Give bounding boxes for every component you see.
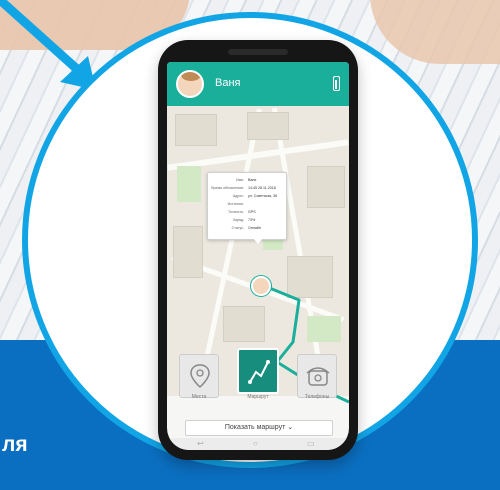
info-row: Заряд: 73% <box>232 218 256 222</box>
info-row: Точность: GPS <box>227 210 256 214</box>
phone-icon <box>306 367 330 386</box>
location-pin-icon <box>190 364 210 389</box>
info-row: Адрес: ул. Советская, 36 <box>232 194 278 198</box>
band-text: ля <box>2 433 28 456</box>
child-location-pin[interactable] <box>251 276 271 296</box>
route-button[interactable] <box>237 348 279 394</box>
info-row: Источник: <box>227 202 244 206</box>
android-nav-bar: ↩ ○ ▭ <box>167 438 349 450</box>
info-row: Статус: Онлайн <box>231 226 261 230</box>
home-icon[interactable]: ○ <box>253 439 258 448</box>
route-label: Маршрут <box>247 394 269 400</box>
smartphone: Ваня Имя: Ваня Время обновления: 14:45 28.… <box>158 40 358 460</box>
info-row: Имя: Ваня <box>236 178 257 182</box>
info-row: Время обновления: 14:45 28.11.2018 <box>211 186 276 190</box>
phones-label: Телефоны <box>304 394 330 400</box>
location-info-card: Имя: Ваня Время обновления: 14:45 28.11.20… <box>207 172 287 240</box>
route-icon <box>248 360 270 384</box>
places-button[interactable] <box>179 354 219 398</box>
info-card-pointer <box>253 238 263 244</box>
places-label: Места <box>191 394 207 400</box>
phone-screen: Ваня Имя: Ваня Время обновления: 14:45 28.… <box>167 62 349 450</box>
show-route-button[interactable]: Показать маршрут ⌄ <box>185 420 333 436</box>
recents-icon[interactable]: ▭ <box>307 439 315 448</box>
back-icon[interactable]: ↩ <box>197 439 204 448</box>
phone-notch <box>228 49 288 55</box>
phones-button[interactable] <box>297 354 337 398</box>
